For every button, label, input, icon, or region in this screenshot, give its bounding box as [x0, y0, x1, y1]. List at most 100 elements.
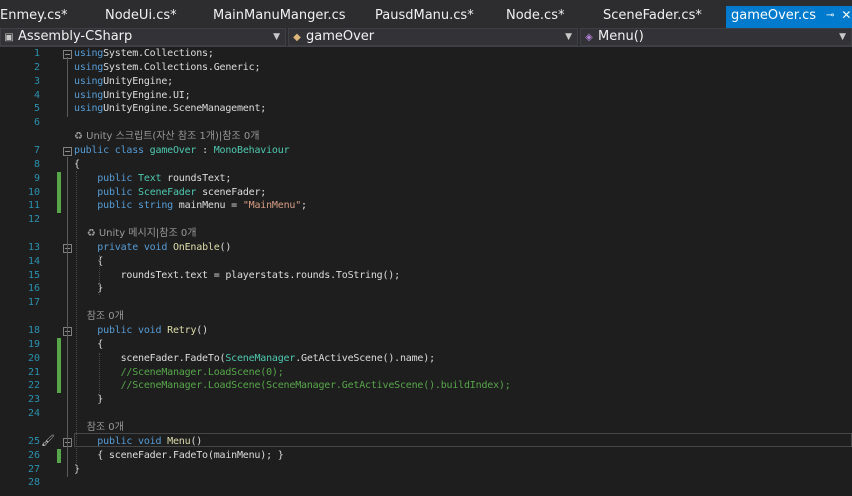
codelens-text[interactable]: 참조 0개: [74, 421, 124, 435]
code-token: using: [74, 103, 104, 115]
code-text[interactable]: {: [74, 158, 80, 172]
code-line: 1− usingSystem.Collections;: [0, 47, 852, 61]
member-dropdown[interactable]: ◈ Menu() ▼: [580, 28, 852, 46]
code-token: sceneFader;: [196, 186, 267, 198]
code-text[interactable]: usingUnityEngine;: [74, 75, 173, 89]
indent-guide: [76, 171, 77, 471]
code-editor[interactable]: 🖌 1− usingSystem.Collections; 2 usingSystem…: [0, 47, 852, 496]
line-number: 4: [33, 89, 40, 101]
code-text[interactable]: usingUnityEngine.UI;: [74, 89, 191, 103]
code-token: MonoBehaviour: [213, 144, 290, 156]
code-token: System.Collections.Generic;: [103, 61, 261, 73]
code-token: ;: [301, 200, 307, 212]
document-tab-bar: Enmey.cs* NodeUi.cs* MainManuManger.cs P…: [0, 0, 852, 28]
code-token: UnityEngine.UI;: [103, 89, 191, 101]
code-line: 10 public SceneFader sceneFader;: [0, 185, 852, 200]
code-token: mainMenu =: [178, 200, 243, 212]
code-token: {: [74, 338, 104, 350]
code-text[interactable]: usingUnityEngine.SceneManagement;: [74, 102, 266, 116]
code-text[interactable]: public string mainMenu = "MainMenu";: [74, 199, 307, 213]
tab-label: Enmey.cs*: [0, 8, 68, 23]
project-dropdown[interactable]: ▣ Assembly-CSharp ▼: [0, 28, 286, 46]
codelens-text[interactable]: ♻ Unity 메시지|참조 0개: [74, 227, 197, 241]
tab-label: gameOver.cs: [731, 8, 817, 23]
change-marker: [57, 351, 61, 366]
line-number: 11: [27, 200, 40, 212]
code-line: 20 sceneFader.FadeTo(SceneManager.GetAct…: [0, 351, 852, 366]
codelens-text[interactable]: 참조 0개: [74, 310, 124, 324]
tab-nodeui-cs[interactable]: NodeUi.cs*: [105, 6, 177, 28]
line-number: 26: [27, 449, 40, 461]
project-name: Assembly-CSharp: [18, 29, 133, 44]
line-number: 2: [33, 61, 40, 73]
indent-guide: [99, 353, 100, 403]
line-number: 20: [27, 352, 40, 364]
indent-guide: [99, 255, 100, 295]
code-token: public void: [97, 325, 168, 336]
close-icon[interactable]: ✕: [841, 6, 851, 25]
tab-scenefader-cs[interactable]: SceneFader.cs*: [603, 6, 702, 28]
code-text[interactable]: private void OnEnable(): [74, 241, 231, 255]
member-name: Menu(): [598, 29, 644, 44]
code-line: 9 public Text roundsText;: [0, 171, 852, 186]
code-line: 17: [0, 296, 852, 310]
tab-enmey-cs[interactable]: Enmey.cs*: [0, 6, 68, 28]
line-number: 10: [27, 186, 40, 198]
code-line: 8{: [0, 158, 852, 172]
code-text[interactable]: usingSystem.Collections;: [74, 47, 214, 61]
tab-node-cs[interactable]: Node.cs*: [506, 6, 564, 28]
code-line: 19 {: [0, 337, 852, 352]
line-number: 23: [27, 394, 40, 406]
code-token: private void: [97, 241, 173, 253]
code-text[interactable]: {: [74, 338, 103, 352]
code-text[interactable]: sceneFader.FadeTo(SceneManager.GetActive…: [74, 352, 436, 366]
code-token: public string: [97, 200, 179, 212]
code-text[interactable]: //SceneManager.LoadScene(SceneManager.Ge…: [74, 379, 511, 393]
code-line: 28: [0, 476, 852, 490]
line-number: 22: [27, 380, 40, 392]
code-text[interactable]: //SceneManager.LoadScene(0);: [74, 366, 284, 380]
code-text[interactable]: roundsText.text = playerstats.rounds.ToS…: [74, 269, 401, 283]
collapse-icon[interactable]: −: [63, 146, 72, 156]
change-marker: [57, 365, 61, 380]
code-text[interactable]: public void Retry(): [74, 324, 208, 338]
code-token: System.Collections;: [103, 48, 214, 59]
code-text[interactable]: public SceneFader sceneFader;: [74, 186, 266, 200]
class-icon: ◆: [293, 32, 301, 43]
pin-icon[interactable]: ⊸: [826, 6, 834, 25]
code-line: 16 }: [0, 282, 852, 296]
tab-pausdmanu-cs[interactable]: PausdManu.cs*: [375, 6, 474, 28]
tab-gameover-cs[interactable]: gameOver.cs ⊸ ✕: [726, 6, 852, 28]
outline-fold-line: [67, 157, 68, 477]
class-dropdown[interactable]: ◆ gameOver ▼: [288, 28, 578, 46]
code-text[interactable]: usingSystem.Collections.Generic;: [74, 61, 260, 75]
code-text[interactable]: public class gameOver : MonoBehaviour: [74, 144, 290, 158]
change-marker: [57, 199, 61, 214]
codelens-row: ♻ Unity 스크립트(자산 참조 1개)|참조 0개: [0, 130, 852, 144]
change-marker: [57, 171, 61, 186]
line-number: 8: [33, 158, 40, 170]
line-number: 17: [27, 297, 40, 309]
code-text[interactable]: public Text roundsText;: [74, 172, 231, 186]
line-number: 19: [27, 338, 40, 350]
method-icon: ◈: [585, 32, 593, 43]
codelens-text[interactable]: ♻ Unity 스크립트(자산 참조 1개)|참조 0개: [74, 130, 259, 144]
code-token: public void: [97, 435, 168, 447]
code-token: "MainMenu": [242, 200, 302, 212]
code-line: 26 { sceneFader.FadeTo(mainMenu); }: [0, 448, 852, 463]
code-token: public: [97, 172, 139, 184]
code-line: 22 //SceneManager.LoadScene(SceneManager…: [0, 379, 852, 394]
code-line: 18− public void Retry(): [0, 324, 852, 338]
code-token: public class: [74, 144, 150, 156]
line-number: 9: [33, 172, 40, 184]
code-text[interactable]: public void Menu(): [74, 435, 202, 449]
code-line: 4 usingUnityEngine.UI;: [0, 89, 852, 103]
tab-mainmanumanger-cs[interactable]: MainManuManger.cs: [213, 6, 346, 28]
code-text[interactable]: { sceneFader.FadeTo(mainMenu); }: [74, 449, 283, 463]
code-token: gameOver: [149, 144, 197, 156]
chevron-down-icon: ▼: [273, 32, 280, 42]
code-line: 23 }: [0, 393, 852, 407]
